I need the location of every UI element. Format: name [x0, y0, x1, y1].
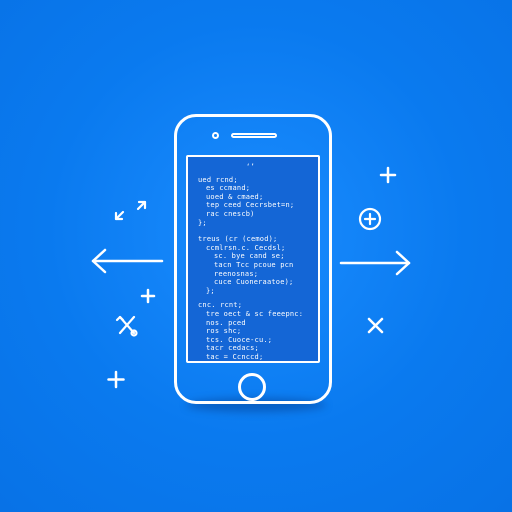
home-button — [238, 373, 266, 401]
code-line: }; — [198, 362, 207, 363]
code-line: rac cnescb) — [206, 210, 255, 218]
code-line: ‘’ — [246, 163, 255, 171]
plus-icon — [140, 288, 156, 304]
code-line: cuce Cuoneraatoe); — [214, 278, 294, 287]
x-icon — [367, 317, 384, 334]
phone-screen: ‘’ ued rcnd; es ccmand; uoed & cmaed; tep ce… — [186, 155, 320, 363]
plus-icon — [107, 370, 125, 389]
arrow-right-icon — [339, 250, 411, 276]
crossed-tools-icon — [115, 315, 138, 337]
arrow-left-icon — [91, 248, 164, 274]
camera-icon — [212, 132, 219, 139]
circle-plus-icon — [358, 207, 382, 231]
illustration-stage: ‘’ ued rcnd; es ccmand; uoed & cmaed; tep ce… — [0, 0, 512, 512]
expand-arrows-icon — [114, 200, 147, 221]
plus-icon — [379, 166, 397, 184]
code-line: tac = Ccnccd; — [206, 353, 264, 361]
speaker-grille — [231, 133, 277, 138]
code-line: }; — [198, 218, 207, 227]
smartphone: ‘’ ued rcnd; es ccmand; uoed & cmaed; tep ce… — [174, 114, 332, 404]
code-line: }; — [206, 286, 215, 295]
